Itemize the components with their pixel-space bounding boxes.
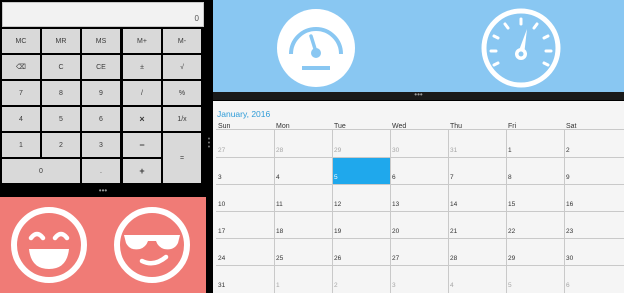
calc-key[interactable]: = (163, 133, 201, 183)
calendar-day[interactable]: 29 (508, 255, 515, 262)
calendar-day[interactable]: 28 (276, 147, 283, 154)
calendar-day[interactable]: 31 (218, 282, 225, 289)
calendar-day[interactable]: 14 (450, 201, 457, 208)
calendar-day[interactable]: 1 (508, 147, 512, 154)
calendar-day[interactable]: 29 (334, 147, 341, 154)
calendar-day[interactable]: 8 (508, 174, 512, 181)
calc-key[interactable]: 2 (42, 133, 80, 157)
calendar-day[interactable]: 26 (334, 255, 341, 262)
gauge-panel (213, 0, 624, 92)
calendar-grid-line (564, 129, 565, 293)
calc-key[interactable]: M- (163, 29, 201, 53)
calendar-month-title[interactable]: January, 2016 (217, 109, 270, 119)
calc-key[interactable]: 4 (2, 107, 40, 131)
calendar-day[interactable]: 1 (276, 282, 280, 289)
calc-key[interactable]: MC (2, 29, 40, 53)
calendar-day[interactable]: 11 (276, 201, 283, 208)
calendar-day[interactable]: 15 (508, 201, 515, 208)
calculator-display: 0 (2, 2, 204, 27)
calendar-day[interactable]: 6 (566, 282, 570, 289)
calendar-day[interactable]: 30 (392, 147, 399, 154)
calendar-grid-line (216, 211, 624, 212)
calc-key[interactable]: 9 (82, 81, 120, 105)
sunglasses-face-icon (114, 207, 190, 283)
calendar-day[interactable]: 13 (392, 201, 399, 208)
calendar-day[interactable]: 24 (218, 255, 225, 262)
calc-key[interactable]: 8 (42, 81, 80, 105)
calendar: January, 2016 Sun Mon Tue Wed Thu Fri Sat 27 28 2… (213, 101, 624, 293)
calendar-day[interactable]: 27 (218, 147, 225, 154)
calendar-day[interactable]: 30 (566, 255, 573, 262)
calc-key[interactable]: . (82, 159, 120, 183)
calendar-day[interactable]: 25 (276, 255, 283, 262)
calendar-day[interactable]: 4 (450, 282, 454, 289)
laughing-face-icon (11, 207, 87, 283)
calendar-grid-line (216, 157, 624, 158)
calendar-day[interactable]: 9 (566, 174, 570, 181)
calendar-day[interactable]: 23 (566, 228, 573, 235)
dial-gauge-icon (481, 8, 561, 88)
calendar-grid-line (216, 129, 624, 130)
calendar-day[interactable]: 31 (450, 147, 457, 154)
calendar-day[interactable]: 12 (334, 201, 341, 208)
calc-key[interactable]: 0 (2, 159, 80, 183)
calendar-day[interactable]: 3 (392, 282, 396, 289)
calc-key[interactable]: 1/x (163, 107, 201, 131)
calc-key[interactable]: 5 (42, 107, 80, 131)
calendar-day[interactable]: 2 (566, 147, 570, 154)
calc-key[interactable]: √ (163, 55, 201, 79)
calendar-day[interactable]: 6 (392, 174, 396, 181)
calendar-day[interactable]: 3 (218, 174, 222, 181)
calendar-day[interactable]: 22 (508, 228, 515, 235)
calendar-day[interactable]: 20 (392, 228, 399, 235)
calendar-day[interactable]: 7 (450, 174, 454, 181)
calendar-day[interactable]: 5 (334, 174, 338, 181)
calendar-grid-line (216, 238, 624, 239)
calendar-day[interactable]: 19 (334, 228, 341, 235)
calc-key[interactable]: M+ (123, 29, 161, 53)
calc-key[interactable]: 3 (82, 133, 120, 157)
calculator-display-value: 0 (194, 14, 199, 23)
calc-key[interactable]: × (123, 107, 161, 131)
calc-key[interactable]: ± (123, 55, 161, 79)
calendar-selected-cell[interactable] (333, 158, 390, 184)
calendar-day[interactable]: 10 (218, 201, 225, 208)
calc-key[interactable]: MS (82, 29, 120, 53)
calendar-grid-line (332, 129, 333, 293)
calc-key[interactable]: 6 (82, 107, 120, 131)
calc-key[interactable]: 1 (2, 133, 40, 157)
calendar-grid-line (216, 265, 624, 266)
calendar-grid-line (448, 129, 449, 293)
calendar-grid-line (216, 184, 624, 185)
calendar-grid-line (506, 129, 507, 293)
emoji-panel (0, 197, 206, 293)
calendar-day[interactable]: 28 (450, 255, 457, 262)
calendar-day[interactable]: 17 (218, 228, 225, 235)
calendar-grid-line (274, 129, 275, 293)
speedometer-icon (277, 9, 355, 87)
calendar-day[interactable]: 16 (566, 201, 573, 208)
calendar-grid-line (390, 129, 391, 293)
vertical-splitter-handle[interactable]: • • • (206, 136, 212, 152)
calendar-day[interactable]: 18 (276, 228, 283, 235)
calc-key[interactable]: ⌫ (2, 55, 40, 79)
calendar-day[interactable]: 4 (276, 174, 280, 181)
calc-key[interactable]: C (42, 55, 80, 79)
calc-key[interactable]: 7 (2, 81, 40, 105)
horizontal-splitter-left[interactable]: ••• (0, 187, 206, 196)
calc-key[interactable]: / (123, 81, 161, 105)
calc-key[interactable]: CE (82, 55, 120, 79)
calendar-day[interactable]: 27 (392, 255, 399, 262)
calc-key[interactable]: % (163, 81, 201, 105)
calc-key[interactable]: − (123, 133, 161, 157)
horizontal-splitter-right[interactable]: ••• (213, 91, 624, 100)
calc-key[interactable]: MR (42, 29, 80, 53)
calculator-panel: 0 MC MR MS M+ M- ⌫ C CE ± √ 7 8 9/% 4 5 6 × 1/x 1 2 3− = 0. + (0, 0, 206, 188)
calc-key[interactable]: + (123, 159, 161, 183)
calendar-day[interactable]: 2 (334, 282, 338, 289)
calendar-day[interactable]: 21 (450, 228, 457, 235)
calendar-day[interactable]: 5 (508, 282, 512, 289)
